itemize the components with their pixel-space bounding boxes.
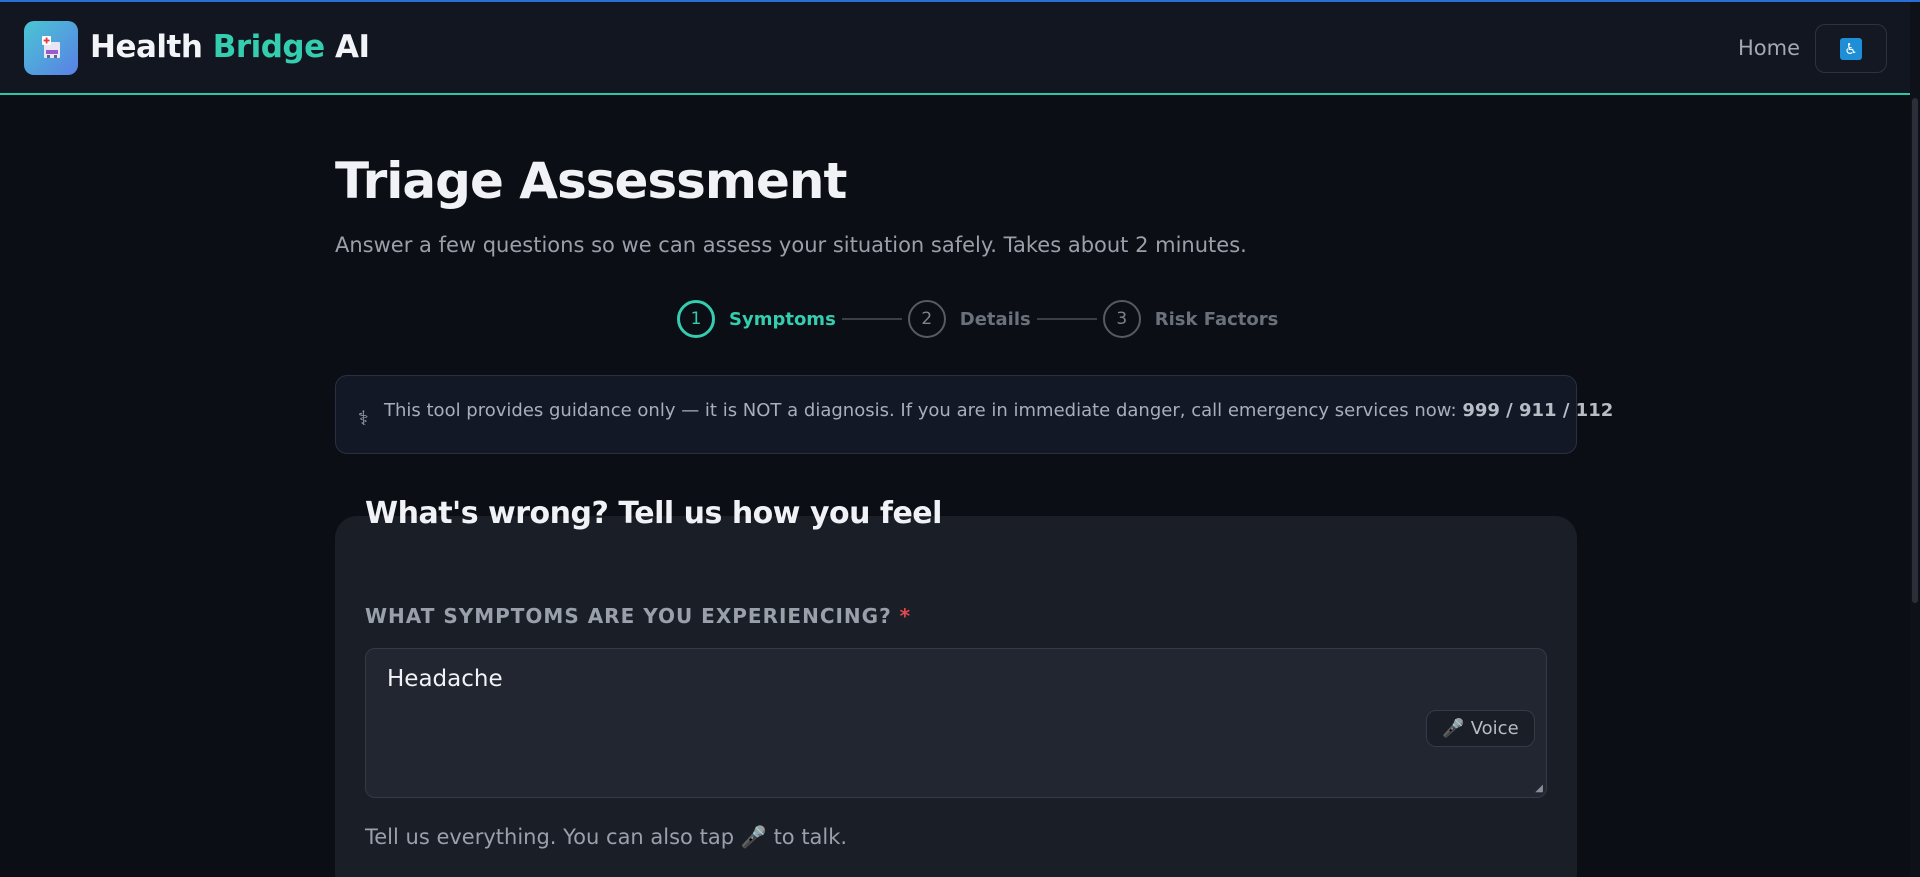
symptoms-value: Headache: [387, 666, 503, 692]
microphone-icon: 🎤: [740, 825, 767, 849]
symptoms-label-text: WHAT SYMPTOMS ARE YOU EXPERIENCING?: [365, 604, 892, 628]
step-connector: [1036, 318, 1097, 320]
step-number: 2: [907, 300, 946, 338]
symptoms-label: WHAT SYMPTOMS ARE YOU EXPERIENCING? *: [365, 604, 911, 628]
step-details[interactable]: 2 Details: [907, 300, 1031, 338]
hint-after: to talk.: [773, 825, 848, 849]
resize-handle[interactable]: ◢: [1535, 783, 1543, 794]
step-risk-factors[interactable]: 3 Risk Factors: [1102, 300, 1279, 338]
step-label: Symptoms: [729, 308, 836, 330]
step-connector: [841, 318, 902, 320]
progress-stepper: 1 Symptoms 2 Details 3 Risk Factors: [677, 300, 1278, 338]
hospital-icon[interactable]: [24, 21, 78, 75]
step-symptoms[interactable]: 1 Symptoms: [677, 300, 836, 338]
section-title: What's wrong? Tell us how you feel: [365, 496, 942, 531]
disclaimer-banner: ⚕ This tool provides guidance only — it …: [335, 375, 1613, 454]
voice-button[interactable]: 🎤 Voice: [1426, 710, 1535, 747]
navbar: Health Bridge AI Home ♿: [0, 2, 1910, 95]
emergency-numbers: 999 / 911 / 112: [1462, 400, 1614, 421]
symptoms-textarea[interactable]: Headache 🎤 Voice ◢: [365, 648, 1547, 798]
caduceus-icon: ⚕: [358, 408, 369, 430]
brand-title[interactable]: Health Bridge AI: [90, 29, 370, 65]
disclaimer-text: This tool provides guidance only — it is…: [384, 400, 1613, 421]
disclaimer-message: This tool provides guidance only — it is…: [384, 400, 1463, 421]
scrollbar-thumb[interactable]: [1912, 98, 1918, 603]
brand-part-ai: AI: [334, 29, 370, 65]
page-title: Triage Assessment: [335, 152, 847, 210]
brand-part-health: Health: [90, 29, 203, 65]
home-link[interactable]: Home: [1738, 36, 1800, 60]
step-number: 1: [677, 300, 715, 338]
accessibility-button[interactable]: ♿: [1815, 24, 1887, 73]
page-subtitle: Answer a few questions so we can assess …: [335, 233, 1247, 257]
wheelchair-icon: ♿: [1840, 37, 1862, 60]
step-number: 3: [1102, 300, 1141, 338]
symptoms-hint: Tell us everything. You can also tap 🎤 t…: [365, 825, 847, 850]
step-label: Details: [959, 308, 1031, 330]
step-label: Risk Factors: [1154, 308, 1279, 330]
voice-label: Voice: [1470, 718, 1519, 739]
brand-part-bridge: Bridge: [212, 29, 325, 65]
microphone-icon: 🎤: [1442, 718, 1465, 739]
required-marker: *: [899, 604, 912, 628]
hint-before: Tell us everything. You can also tap: [365, 825, 735, 849]
